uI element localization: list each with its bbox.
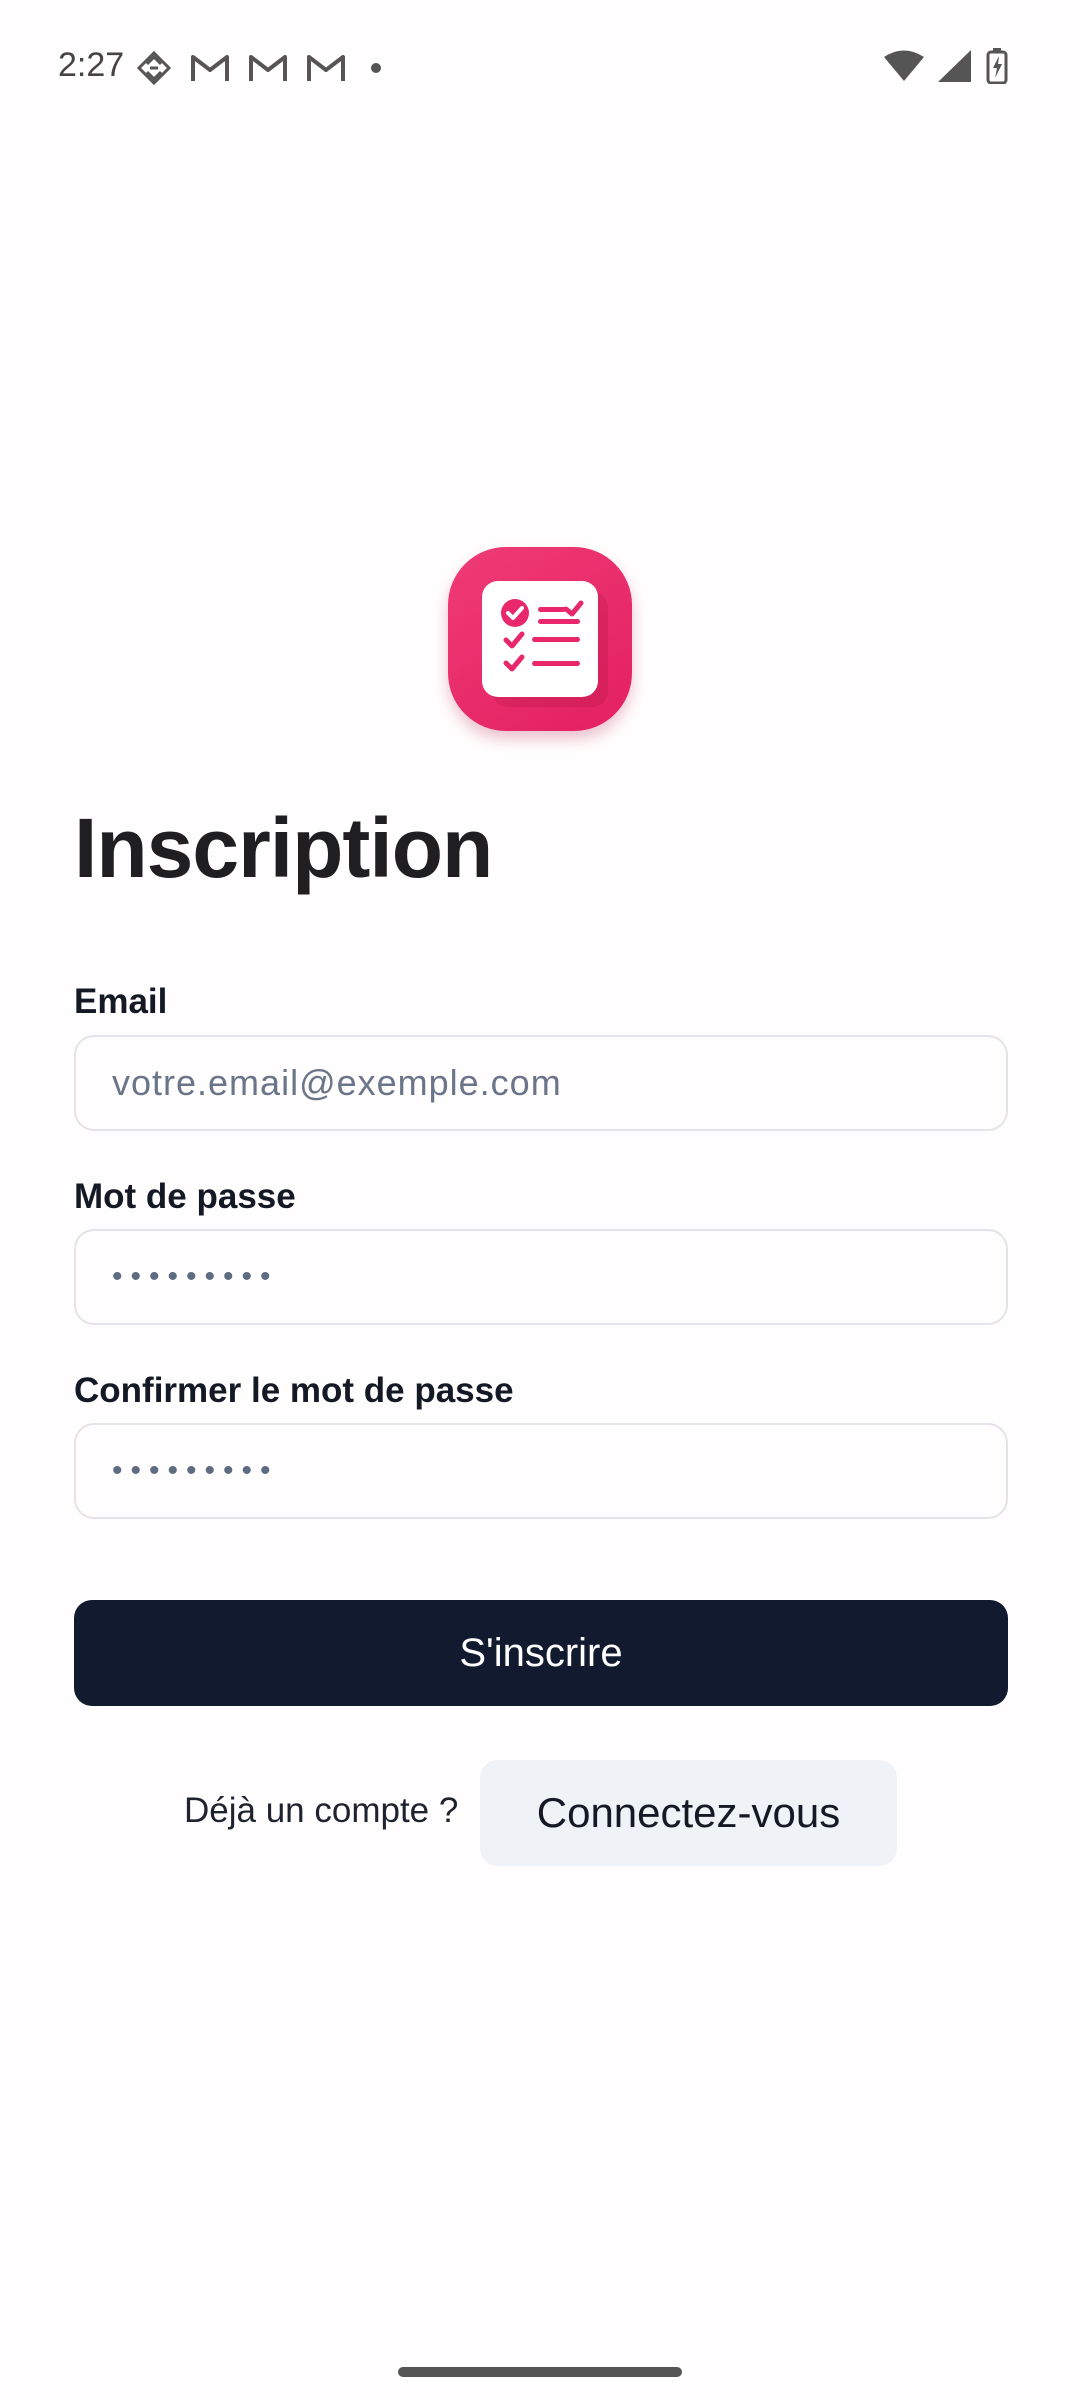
dot-icon <box>364 56 388 80</box>
signup-button[interactable]: S'inscrire <box>74 1600 1008 1706</box>
password-label: Mot de passe <box>74 1177 296 1216</box>
gmail-icon <box>248 53 288 83</box>
status-time: 2:27 <box>58 46 125 84</box>
battery-charging-icon <box>986 48 1008 84</box>
confirm-password-label: Confirmer le mot de passe <box>74 1371 514 1410</box>
debug-icon <box>136 50 172 86</box>
confirm-password-field[interactable] <box>74 1423 1008 1519</box>
signup-screen: 2:27 Inscription Email votre.email@exemp… <box>0 0 1080 2400</box>
status-bar: 2:27 <box>0 0 1080 135</box>
wifi-icon <box>884 50 924 82</box>
page-title: Inscription <box>74 801 493 895</box>
login-link-button[interactable]: Connectez-vous <box>480 1760 897 1866</box>
email-field[interactable] <box>74 1035 1008 1131</box>
login-prompt: Déjà un compte ? <box>184 1791 459 1830</box>
system-icons <box>884 48 1008 84</box>
signal-icon <box>938 50 972 82</box>
gmail-icon <box>190 53 230 83</box>
gmail-icon <box>306 53 346 83</box>
email-label: Email <box>74 982 168 1021</box>
gesture-nav-handle[interactable] <box>398 2367 682 2377</box>
checklist-app-icon <box>448 547 632 731</box>
password-field[interactable] <box>74 1229 1008 1325</box>
notification-icons <box>136 50 388 86</box>
